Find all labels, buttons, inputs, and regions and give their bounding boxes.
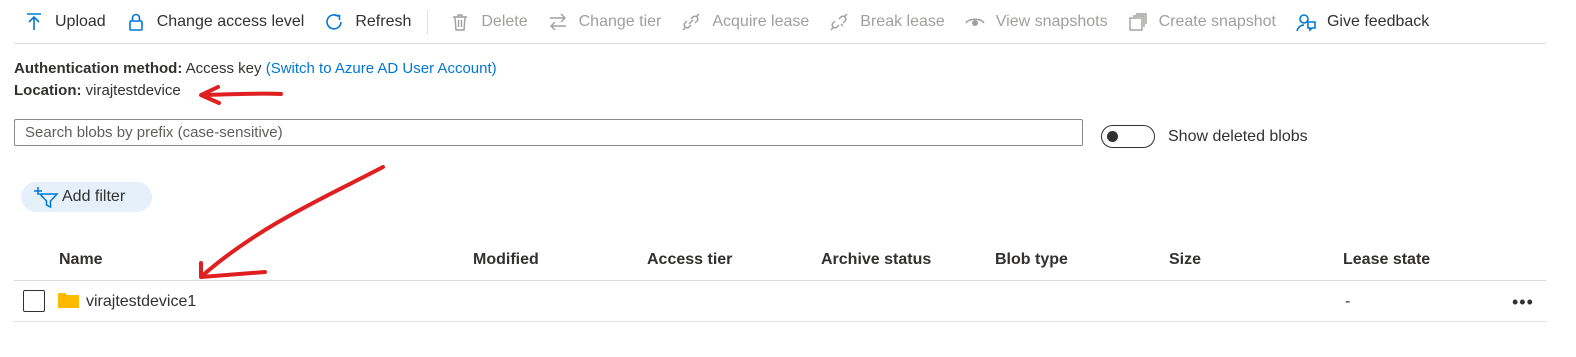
lock-icon [128,13,143,31]
authentication-method: Authentication method: Access key (Switc… [14,60,497,77]
table-row[interactable]: virajtestdevice1 - ••• [14,281,1546,322]
view-snapshots-button[interactable]: View snapshots [955,0,1118,43]
upload-label: Upload [55,12,106,30]
change-access-level-button[interactable]: Change access level [116,0,315,43]
column-header-modified[interactable]: Modified [473,251,539,269]
folder-icon [58,293,79,308]
switch-auth-link[interactable]: (Switch to Azure AD User Account) [266,60,497,77]
give-feedback-label: Give feedback [1326,12,1430,30]
create-snapshot-button[interactable]: Create snapshot [1118,0,1286,43]
toolbar-divider [427,9,429,34]
give-feedback-button[interactable]: Give feedback [1286,0,1439,43]
upload-icon [27,12,41,30]
change-tier-label: Change tier [578,12,662,30]
acquire-lease-button[interactable]: Acquire lease [671,0,819,43]
swap-arrows-icon [549,13,566,30]
add-filter-button[interactable]: Add filter [21,182,152,212]
location: Location: virajtestdevice [14,82,181,99]
search-input[interactable] [14,119,1083,146]
refresh-icon [326,13,343,30]
show-deleted-toggle[interactable] [1101,125,1155,148]
view-snapshots-label: View snapshots [995,12,1108,30]
delete-button[interactable]: Delete [440,0,537,43]
location-label: Location: [14,82,82,99]
snapshot-icon [1128,12,1147,31]
annotation-arrow-location [199,85,283,105]
column-header-name[interactable]: Name [59,251,103,269]
change-access-level-label: Change access level [156,12,305,30]
create-snapshot-label: Create snapshot [1158,12,1276,30]
table-header: Name Modified Access tier Archive status… [14,240,1546,281]
column-header-archive-status[interactable]: Archive status [821,251,931,269]
add-filter-label: Add filter [62,188,126,205]
acquire-lease-label: Acquire lease [712,12,810,30]
feedback-icon [1296,13,1316,32]
refresh-label: Refresh [355,12,412,30]
column-header-blob-type[interactable]: Blob type [995,251,1068,269]
column-header-lease-state[interactable]: Lease state [1343,251,1430,269]
broken-link-icon [830,13,848,30]
upload-button[interactable]: Upload [14,0,116,43]
row-checkbox[interactable] [23,290,45,312]
lease-state-cell: - [1345,293,1351,310]
delete-label: Delete [481,12,528,30]
change-tier-button[interactable]: Change tier [538,0,672,43]
break-lease-label: Break lease [860,12,945,30]
column-header-access-tier[interactable]: Access tier [647,251,732,269]
link-icon [682,13,700,30]
more-options-icon[interactable]: ••• [1512,292,1534,313]
add-filter-icon [34,187,59,209]
trash-icon [453,13,468,31]
toggle-knob [1107,131,1118,142]
auth-label: Authentication method: [14,60,183,77]
eye-icon [965,17,985,26]
location-value: virajtestdevice [85,82,181,99]
refresh-button[interactable]: Refresh [314,0,421,43]
blob-name-link[interactable]: virajtestdevice1 [86,293,196,311]
show-deleted-label: Show deleted blobs [1168,128,1308,145]
blob-table: Name Modified Access tier Archive status… [14,240,1546,322]
command-bar: Upload Change access level Refresh Delet… [14,0,1546,44]
auth-value: Access key [185,60,262,77]
column-header-size[interactable]: Size [1169,251,1201,269]
break-lease-button[interactable]: Break lease [819,0,955,43]
